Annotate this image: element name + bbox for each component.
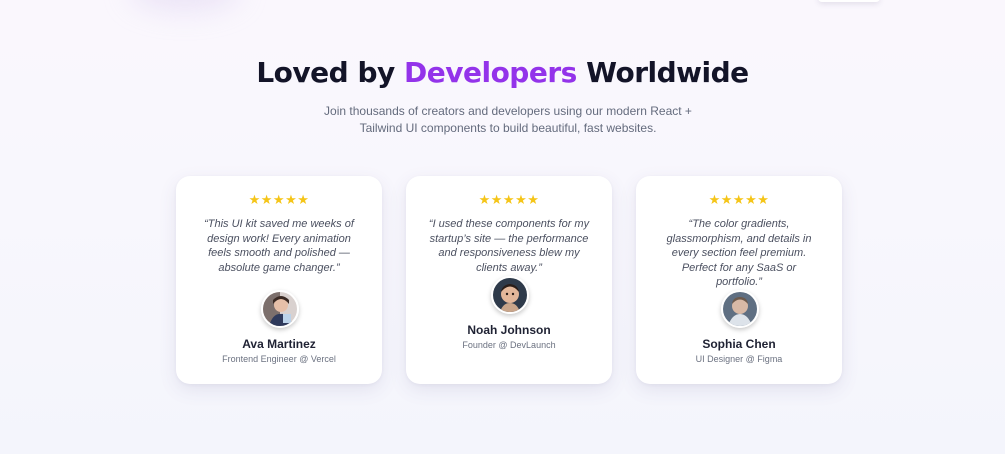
- author-role: Founder @ DevLaunch: [462, 340, 556, 350]
- author-role: Frontend Engineer @ Vercel: [222, 354, 336, 364]
- author-name: Noah Johnson: [467, 323, 551, 337]
- author-name: Sophia Chen: [702, 337, 776, 351]
- background-glow: [130, 0, 240, 10]
- star-rating: ★★★★★: [478, 193, 540, 208]
- star-rating: ★★★★★: [708, 193, 770, 208]
- testimonial-card: ★★★★★ “This UI kit saved me weeks of des…: [176, 176, 382, 384]
- author-name: Ava Martinez: [242, 337, 316, 351]
- testimonial-quote: “This UI kit saved me weeks of design wo…: [204, 218, 354, 274]
- section-heading: Loved by Developers Worldwide: [0, 56, 1005, 89]
- star-rating: ★★★★★: [248, 193, 310, 208]
- avatar: [261, 290, 299, 328]
- avatar: [491, 276, 529, 314]
- testimonial-card: ★★★★★ “The color gradients, glassmorphis…: [636, 176, 842, 384]
- section-subtitle: Join thousands of creators and developer…: [324, 104, 692, 135]
- author-role: UI Designer @ Figma: [695, 354, 783, 364]
- avatar: [721, 290, 759, 328]
- top-decoration: [818, 0, 880, 2]
- heading-prefix: Loved by: [256, 56, 395, 89]
- testimonial-quote: “The color gradients, glassmorphism, and…: [666, 218, 812, 289]
- heading-accent: Developers: [404, 56, 577, 89]
- testimonial-card: ★★★★★ “I used these components for my st…: [406, 176, 612, 384]
- heading-suffix: Worldwide: [586, 56, 749, 89]
- testimonial-quote: “I used these components for my startup’…: [428, 218, 590, 274]
